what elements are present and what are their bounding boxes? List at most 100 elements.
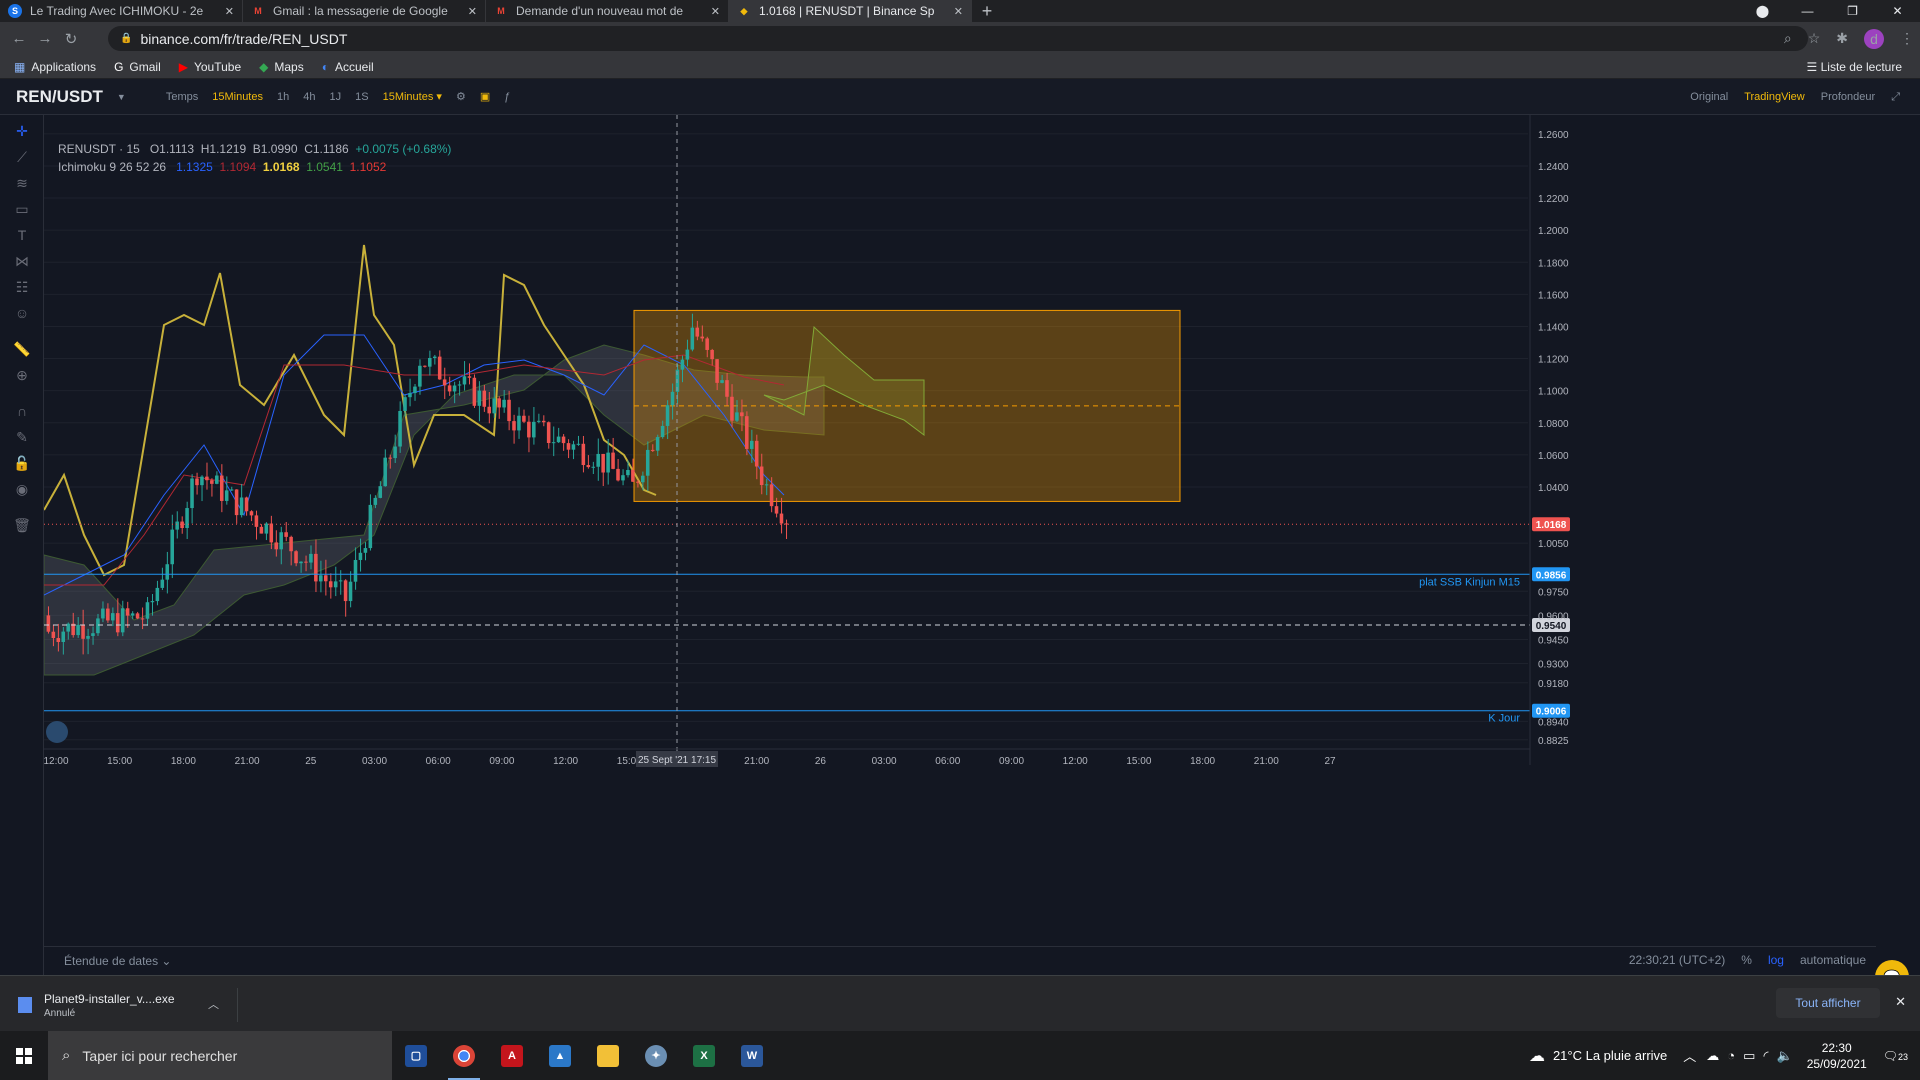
candle-body (670, 391, 675, 406)
tf-4h[interactable]: 4h (303, 91, 315, 103)
time-tick-label: 21:00 (235, 756, 260, 767)
download-bar: Planet9-installer_v....exe Annulé ︿ Tout… (0, 975, 1920, 1031)
tf-15m[interactable]: 15Minutes (212, 91, 263, 103)
time-tick-label: 21:00 (744, 756, 769, 767)
price-tick-label: 1.1800 (1538, 258, 1569, 269)
ruler-icon[interactable]: 📏 (12, 339, 32, 359)
forward-button[interactable]: → (32, 30, 58, 47)
date-range-button[interactable]: Étendue de dates ⌄ (64, 954, 171, 968)
download-item[interactable]: Planet9-installer_v....exe Annulé ︿ (18, 988, 238, 1022)
candle-body (720, 380, 724, 383)
lock-drawings-icon[interactable]: 🔓 (12, 453, 32, 473)
taskbar-chrome[interactable] (440, 1031, 488, 1080)
weather-text[interactable]: 21°C La pluie arrive (1553, 1048, 1667, 1063)
percent-toggle[interactable]: % (1741, 953, 1752, 967)
bookmark-applications[interactable]: ▦ Applications (14, 60, 96, 74)
close-icon[interactable]: ✕ (1895, 994, 1906, 1010)
crosshair-icon[interactable]: ✛ (12, 121, 32, 141)
text-icon[interactable]: T (12, 225, 32, 245)
notifications-icon[interactable]: 🗨23 (1883, 1049, 1908, 1063)
bookmark-gmail[interactable]: G Gmail (114, 60, 161, 74)
auto-scale-toggle[interactable]: automatique (1800, 953, 1866, 967)
taskbar-photos[interactable]: ▲ (536, 1031, 584, 1080)
tray-chevron-icon[interactable]: ︿ (1683, 1046, 1696, 1065)
browser-tab[interactable]: S Le Trading Avec ICHIMOKU - 2e ✕ (0, 0, 243, 22)
taskbar-word[interactable]: W (728, 1031, 776, 1080)
zoom-icon[interactable]: ⌕ (1784, 30, 1792, 47)
bookmark-star-icon[interactable]: ☆ (1808, 30, 1821, 47)
wifi-icon[interactable]: ◜ (1763, 1048, 1768, 1064)
close-tab-icon[interactable]: ✕ (468, 5, 477, 18)
onedrive-icon[interactable]: ☁ (1706, 1048, 1719, 1064)
rectangle-icon[interactable]: ▭ (12, 199, 32, 219)
menu-icon[interactable]: ⋮ (1900, 30, 1914, 47)
close-tab-icon[interactable]: ✕ (225, 5, 234, 18)
bookmark-maps[interactable]: ◆ Maps (259, 60, 304, 74)
view-depth[interactable]: Profondeur (1821, 91, 1875, 103)
battery-icon[interactable]: ▭ (1743, 1048, 1755, 1064)
ichimoku-label[interactable]: Ichimoku 9 26 52 26 (58, 160, 166, 174)
settings-icon[interactable]: ⚙ (456, 90, 466, 103)
chevron-up-icon[interactable]: ︿ (208, 996, 219, 1012)
candle-body (195, 478, 199, 486)
candle-body (626, 469, 630, 476)
tf-1h[interactable]: 1h (277, 91, 289, 103)
pair-dropdown-icon[interactable]: ▼ (117, 92, 126, 102)
taskbar-search[interactable]: ⌕ Taper ici pour rechercher (48, 1031, 392, 1080)
fullscreen-icon[interactable]: ⤢ (1891, 91, 1900, 104)
taskbar-app[interactable]: ▢ (392, 1031, 440, 1080)
network-icon[interactable]: ◔ (1727, 1048, 1735, 1063)
tf-dropdown[interactable]: 15Minutes ▾ (383, 90, 442, 103)
extensions-icon[interactable]: ✱ (1836, 30, 1848, 47)
trash-icon[interactable]: 🗑 (12, 515, 32, 535)
browser-tab[interactable]: M Gmail : la messagerie de Google ✕ (243, 0, 486, 22)
trendline-icon[interactable]: ⟋ (12, 147, 32, 167)
back-button[interactable]: ← (6, 30, 32, 47)
reload-button[interactable]: ↻ (58, 30, 84, 48)
close-window-button[interactable]: ✕ (1875, 4, 1920, 18)
bookmark-accueil[interactable]: ◐ Accueil (322, 60, 374, 74)
taskbar-app2[interactable]: ✦ (632, 1031, 680, 1080)
taskbar-acrobat[interactable]: A (488, 1031, 536, 1080)
taskbar-clock[interactable]: 22:30 25/09/2021 (1807, 1040, 1867, 1072)
profile-menu-icon[interactable]: ⬤ (1740, 4, 1785, 18)
reading-list-button[interactable]: ☰ Liste de lecture (1807, 60, 1902, 74)
binance-favicon-icon: ◆ (740, 5, 748, 16)
forecast-icon[interactable]: ☷ (12, 277, 32, 297)
minimize-button[interactable]: — (1785, 4, 1830, 18)
bookmark-youtube[interactable]: ▶ YouTube (179, 60, 241, 74)
price-chart[interactable]: plat SSB Kinjun M15 0.9856 0.9540 K Jour 0.9… (44, 115, 1920, 975)
log-toggle[interactable]: log (1768, 953, 1784, 967)
start-button[interactable] (0, 1031, 48, 1080)
taskbar-excel[interactable]: X (680, 1031, 728, 1080)
view-tradingview[interactable]: TradingView (1744, 91, 1805, 103)
close-tab-icon[interactable]: ✕ (711, 5, 720, 18)
avatar[interactable]: d (1864, 28, 1884, 49)
tf-1d[interactable]: 1J (330, 91, 342, 103)
indicators-icon[interactable]: ƒ (504, 91, 510, 103)
volume-icon[interactable]: 🔈 (1777, 1048, 1793, 1064)
magnet-icon[interactable]: ∩ (12, 401, 32, 421)
browser-tab-active[interactable]: ◆ 1.0168 | RENUSDT | Binance Sp ✕ (729, 0, 972, 22)
pattern-icon[interactable]: ⋈ (12, 251, 32, 271)
candle-style-icon[interactable]: ▣ (480, 90, 490, 103)
url-field[interactable]: 🔒 binance.com/fr/trade/REN_USDT (108, 26, 1808, 51)
candle-body (403, 397, 407, 411)
zoom-in-icon[interactable]: ⊕ (12, 365, 32, 385)
hide-drawings-icon[interactable]: ◉ (12, 479, 32, 499)
tf-time[interactable]: Temps (166, 91, 198, 103)
taskbar-explorer[interactable] (584, 1031, 632, 1080)
fib-icon[interactable]: ≋ (12, 173, 32, 193)
emoji-icon[interactable]: ☺ (12, 303, 32, 323)
show-all-button[interactable]: Tout afficher (1776, 988, 1880, 1018)
bookmark-label: Applications (31, 59, 97, 74)
search-icon: ⌕ (62, 1047, 71, 1064)
tf-1w[interactable]: 1S (355, 91, 368, 103)
view-original[interactable]: Original (1690, 91, 1728, 103)
stay-drawing-icon[interactable]: ✎ (12, 427, 32, 447)
restore-button[interactable]: ❐ (1830, 4, 1875, 18)
browser-tab[interactable]: M Demande d'un nouveau mot de ✕ (486, 0, 729, 22)
close-tab-icon[interactable]: ✕ (954, 5, 963, 18)
pair-selector[interactable]: REN/USDT (16, 87, 103, 107)
new-tab-button[interactable]: + (972, 1, 1002, 22)
